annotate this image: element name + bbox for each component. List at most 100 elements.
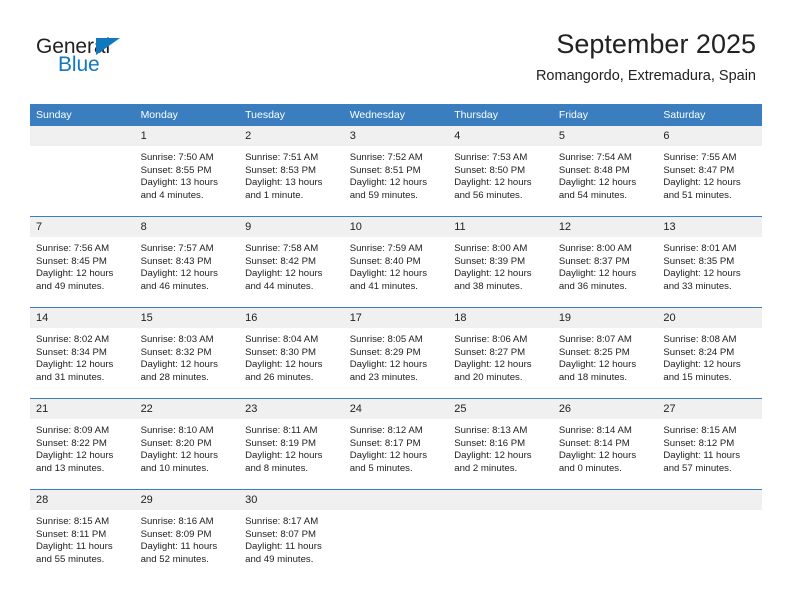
day-cell: 29 Sunrise: 8:16 AM Sunset: 8:09 PM Dayl… xyxy=(134,490,240,580)
sunrise-line: Sunrise: 8:01 AM xyxy=(663,243,737,254)
daylight-line-1: Daylight: 12 hours xyxy=(663,268,741,280)
calendar-cell[interactable]: 27 Sunrise: 8:15 AM Sunset: 8:12 PM Dayl… xyxy=(657,398,762,490)
day-number xyxy=(343,490,449,510)
sunset-line: Sunset: 8:17 PM xyxy=(349,437,421,449)
calendar-cell[interactable]: 1 Sunrise: 7:50 AM Sunset: 8:55 PM Dayli… xyxy=(134,126,240,217)
calendar-cell[interactable] xyxy=(30,126,135,217)
day-number: 22 xyxy=(134,399,240,419)
day-cell-empty xyxy=(552,490,658,580)
sunset-line: Sunset: 8:47 PM xyxy=(663,164,735,176)
day-number: 20 xyxy=(657,308,762,328)
day-cell: 5 Sunrise: 7:54 AM Sunset: 8:48 PM Dayli… xyxy=(552,126,658,216)
daylight-line-1: Daylight: 13 hours xyxy=(140,177,218,189)
sunrise-line: Sunrise: 8:00 AM xyxy=(454,243,528,254)
daylight-line-2: and 4 minutes. xyxy=(140,189,204,201)
daylight-line-1: Daylight: 12 hours xyxy=(140,450,218,462)
calendar-cell[interactable]: 23 Sunrise: 8:11 AM Sunset: 8:19 PM Dayl… xyxy=(239,398,344,490)
day-number: 12 xyxy=(552,217,658,237)
sunrise-line: Sunrise: 7:52 AM xyxy=(349,152,423,163)
daylight-line-2: and 59 minutes. xyxy=(349,189,418,201)
day-info: Sunrise: 8:00 AM Sunset: 8:37 PM Dayligh… xyxy=(553,237,658,293)
calendar-cell[interactable]: 18 Sunrise: 8:06 AM Sunset: 8:27 PM Dayl… xyxy=(448,307,553,399)
calendar-cell[interactable]: 26 Sunrise: 8:14 AM Sunset: 8:14 PM Dayl… xyxy=(552,398,658,490)
day-number: 24 xyxy=(343,399,449,419)
calendar-cell[interactable]: 5 Sunrise: 7:54 AM Sunset: 8:48 PM Dayli… xyxy=(552,126,658,217)
daylight-line-2: and 28 minutes. xyxy=(140,371,209,383)
general-blue-logo[interactable]: General Blue xyxy=(36,36,216,84)
sunset-line: Sunset: 8:12 PM xyxy=(663,437,735,449)
calendar-cell[interactable]: 3 Sunrise: 7:52 AM Sunset: 8:51 PM Dayli… xyxy=(343,126,449,217)
sunrise-line: Sunrise: 8:14 AM xyxy=(558,425,632,436)
calendar-cell[interactable]: 9 Sunrise: 7:58 AM Sunset: 8:42 PM Dayli… xyxy=(239,216,344,308)
calendar-cell[interactable]: 12 Sunrise: 8:00 AM Sunset: 8:37 PM Dayl… xyxy=(552,216,658,308)
day-info: Sunrise: 8:12 AM Sunset: 8:17 PM Dayligh… xyxy=(344,419,449,475)
calendar-cell[interactable]: 30 Sunrise: 8:17 AM Sunset: 8:07 PM Dayl… xyxy=(239,489,344,580)
day-number: 7 xyxy=(30,217,135,237)
day-number: 28 xyxy=(30,490,135,510)
day-number: 5 xyxy=(552,126,658,146)
day-cell: 25 Sunrise: 8:13 AM Sunset: 8:16 PM Dayl… xyxy=(448,399,553,489)
sunrise-line: Sunrise: 8:17 AM xyxy=(245,516,319,527)
calendar-cell[interactable]: 16 Sunrise: 8:04 AM Sunset: 8:30 PM Dayl… xyxy=(239,307,344,399)
calendar-cell[interactable]: 17 Sunrise: 8:05 AM Sunset: 8:29 PM Dayl… xyxy=(343,307,449,399)
day-cell: 23 Sunrise: 8:11 AM Sunset: 8:19 PM Dayl… xyxy=(239,399,344,489)
day-number: 4 xyxy=(448,126,553,146)
calendar-cell[interactable]: 22 Sunrise: 8:10 AM Sunset: 8:20 PM Dayl… xyxy=(134,398,240,490)
calendar-cell[interactable] xyxy=(657,489,762,580)
calendar-cell[interactable]: 25 Sunrise: 8:13 AM Sunset: 8:16 PM Dayl… xyxy=(448,398,553,490)
day-info: Sunrise: 8:15 AM Sunset: 8:11 PM Dayligh… xyxy=(30,510,135,566)
sunrise-line: Sunrise: 8:15 AM xyxy=(663,425,737,436)
day-info: Sunrise: 7:51 AM Sunset: 8:53 PM Dayligh… xyxy=(239,146,344,202)
page-title: September 2025 xyxy=(556,29,756,59)
calendar-cell[interactable]: 28 Sunrise: 8:15 AM Sunset: 8:11 PM Dayl… xyxy=(30,489,135,580)
calendar-cell[interactable]: 13 Sunrise: 8:01 AM Sunset: 8:35 PM Dayl… xyxy=(657,216,762,308)
daylight-line-1: Daylight: 12 hours xyxy=(349,450,428,462)
calendar-cell[interactable]: 15 Sunrise: 8:03 AM Sunset: 8:32 PM Dayl… xyxy=(134,307,240,399)
daylight-line-2: and 13 minutes. xyxy=(36,462,105,474)
day-number: 14 xyxy=(30,308,135,328)
calendar-header-row: Sunday Monday Tuesday Wednesday Thursday… xyxy=(30,104,762,126)
sunset-line: Sunset: 8:39 PM xyxy=(454,255,526,267)
daylight-line-2: and 54 minutes. xyxy=(558,189,628,201)
calendar-cell[interactable] xyxy=(343,489,449,580)
sunrise-line: Sunrise: 8:06 AM xyxy=(454,334,528,345)
calendar-cell[interactable]: 8 Sunrise: 7:57 AM Sunset: 8:43 PM Dayli… xyxy=(134,216,240,308)
day-cell: 24 Sunrise: 8:12 AM Sunset: 8:17 PM Dayl… xyxy=(343,399,449,489)
calendar-cell[interactable]: 7 Sunrise: 7:56 AM Sunset: 8:45 PM Dayli… xyxy=(30,216,135,308)
daylight-line-2: and 18 minutes. xyxy=(558,371,628,383)
calendar-cell[interactable]: 14 Sunrise: 8:02 AM Sunset: 8:34 PM Dayl… xyxy=(30,307,135,399)
calendar-cell[interactable]: 11 Sunrise: 8:00 AM Sunset: 8:39 PM Dayl… xyxy=(448,216,553,308)
calendar-cell[interactable] xyxy=(552,489,658,580)
sunset-line: Sunset: 8:50 PM xyxy=(454,164,526,176)
day-number: 6 xyxy=(657,126,762,146)
calendar-cell[interactable]: 6 Sunrise: 7:55 AM Sunset: 8:47 PM Dayli… xyxy=(657,126,762,217)
sunset-line: Sunset: 8:20 PM xyxy=(140,437,212,449)
daylight-line-1: Daylight: 11 hours xyxy=(140,541,218,553)
daylight-line-2: and 10 minutes. xyxy=(140,462,209,474)
calendar-cell[interactable]: 21 Sunrise: 8:09 AM Sunset: 8:22 PM Dayl… xyxy=(30,398,135,490)
calendar-cell[interactable]: 2 Sunrise: 7:51 AM Sunset: 8:53 PM Dayli… xyxy=(239,126,344,217)
sunset-line: Sunset: 8:34 PM xyxy=(36,346,107,358)
calendar-cell[interactable]: 29 Sunrise: 8:16 AM Sunset: 8:09 PM Dayl… xyxy=(134,489,240,580)
sunrise-line: Sunrise: 7:59 AM xyxy=(349,243,423,254)
calendar-cell[interactable]: 20 Sunrise: 8:08 AM Sunset: 8:24 PM Dayl… xyxy=(657,307,762,399)
day-cell: 22 Sunrise: 8:10 AM Sunset: 8:20 PM Dayl… xyxy=(134,399,240,489)
calendar-cell[interactable]: 4 Sunrise: 7:53 AM Sunset: 8:50 PM Dayli… xyxy=(448,126,553,217)
day-cell: 7 Sunrise: 7:56 AM Sunset: 8:45 PM Dayli… xyxy=(30,217,135,307)
sunrise-line: Sunrise: 8:03 AM xyxy=(140,334,214,345)
sunset-line: Sunset: 8:16 PM xyxy=(454,437,526,449)
sunset-line: Sunset: 8:40 PM xyxy=(349,255,421,267)
calendar-cell[interactable] xyxy=(448,489,553,580)
calendar-week-row: 7 Sunrise: 7:56 AM Sunset: 8:45 PM Dayli… xyxy=(30,216,762,308)
weekday-header-monday: Monday xyxy=(134,104,240,126)
daylight-line-2: and 23 minutes. xyxy=(349,371,418,383)
calendar-cell[interactable]: 19 Sunrise: 8:07 AM Sunset: 8:25 PM Dayl… xyxy=(552,307,658,399)
day-number xyxy=(552,490,658,510)
sunrise-line: Sunrise: 8:09 AM xyxy=(36,425,110,436)
daylight-line-2: and 38 minutes. xyxy=(454,280,523,292)
daylight-line-1: Daylight: 12 hours xyxy=(558,268,637,280)
day-number: 17 xyxy=(343,308,449,328)
calendar-cell[interactable]: 24 Sunrise: 8:12 AM Sunset: 8:17 PM Dayl… xyxy=(343,398,449,490)
calendar-cell[interactable]: 10 Sunrise: 7:59 AM Sunset: 8:40 PM Dayl… xyxy=(343,216,449,308)
daylight-line-1: Daylight: 12 hours xyxy=(245,268,323,280)
